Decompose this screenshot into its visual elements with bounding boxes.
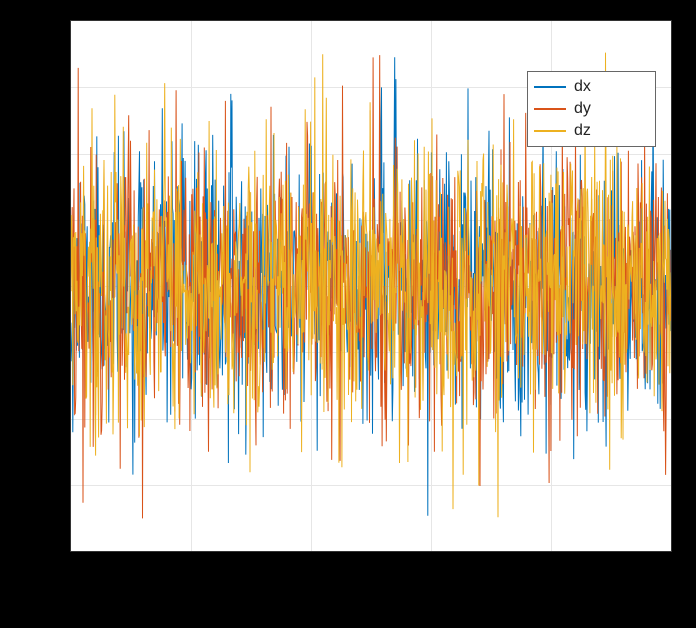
- legend-swatch-dz: [534, 130, 566, 132]
- legend-item-dz: dz: [534, 120, 649, 142]
- chart-container: dx dy dz: [0, 0, 696, 628]
- plot-area: dx dy dz: [70, 20, 672, 552]
- legend-label-dy: dy: [574, 100, 591, 118]
- legend-swatch-dx: [534, 86, 566, 88]
- legend-label-dx: dx: [574, 78, 591, 96]
- legend-item-dy: dy: [534, 98, 649, 120]
- legend: dx dy dz: [527, 71, 656, 147]
- legend-swatch-dy: [534, 108, 566, 110]
- legend-label-dz: dz: [574, 122, 591, 140]
- legend-item-dx: dx: [534, 76, 649, 98]
